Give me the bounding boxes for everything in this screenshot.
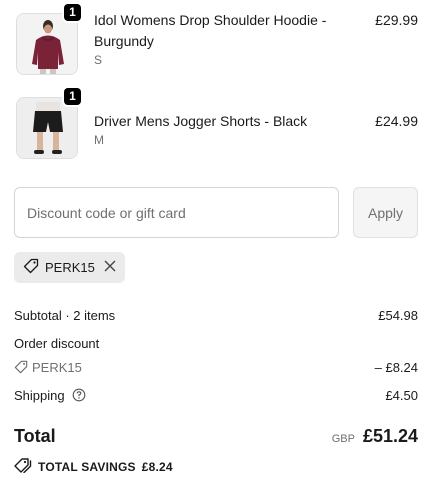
savings-amount: £8.24	[141, 459, 173, 474]
quantity-badge: 1	[62, 86, 83, 107]
line-item: 1 Idol Womens Drop Shoulder Hoodie - Bur…	[14, 2, 418, 76]
tags-icon	[14, 457, 32, 476]
discount-code-row: PERK15 – £8.24	[14, 360, 418, 377]
apply-button[interactable]: Apply	[353, 187, 418, 238]
applied-discount-tag: PERK15	[14, 252, 125, 283]
product-title: Idol Womens Drop Shoulder Hoodie - Burgu…	[94, 12, 327, 49]
help-icon[interactable]	[72, 388, 86, 405]
remove-code-icon[interactable]	[104, 260, 116, 276]
discount-code-label: PERK15	[32, 360, 82, 375]
product-thumbnail: 1	[14, 2, 83, 76]
product-thumbnail: 1	[14, 86, 83, 160]
tag-icon	[14, 360, 28, 377]
discount-code-input[interactable]	[14, 187, 339, 238]
product-variant: M	[94, 133, 104, 147]
line-item: 1 Driver Mens Jogger Shorts - Black M £2…	[14, 86, 418, 160]
product-variant: S	[94, 53, 103, 67]
order-discount-label: Order discount	[14, 336, 100, 351]
applied-code-label: PERK15	[45, 260, 95, 275]
total-amount: £51.24	[362, 426, 418, 446]
savings-label: TOTAL SAVINGS	[38, 459, 136, 474]
total-savings: TOTAL SAVINGS £8.24	[14, 457, 173, 476]
discount-value: – £8.24	[374, 360, 418, 375]
subtotal-label: Subtotal · 2 items	[14, 308, 116, 323]
shipping-label: Shipping	[14, 388, 65, 403]
product-price: £29.99	[375, 12, 418, 28]
currency-code: GBP	[331, 433, 355, 445]
total-row: Total GBP £51.24	[14, 426, 418, 450]
shipping-row: Shipping £4.50	[14, 388, 418, 405]
subtotal-row: Subtotal · 2 items £54.98	[14, 308, 418, 323]
quantity-badge: 1	[62, 2, 83, 23]
total-label: Total	[14, 426, 56, 446]
order-discount-row: Order discount	[14, 336, 418, 351]
product-price: £24.99	[375, 113, 418, 129]
discount-form: Apply	[14, 187, 418, 238]
subtotal-value: £54.98	[378, 308, 418, 323]
tag-icon	[23, 258, 39, 277]
shipping-value: £4.50	[385, 388, 418, 403]
product-title: Driver Mens Jogger Shorts - Black	[94, 113, 308, 129]
